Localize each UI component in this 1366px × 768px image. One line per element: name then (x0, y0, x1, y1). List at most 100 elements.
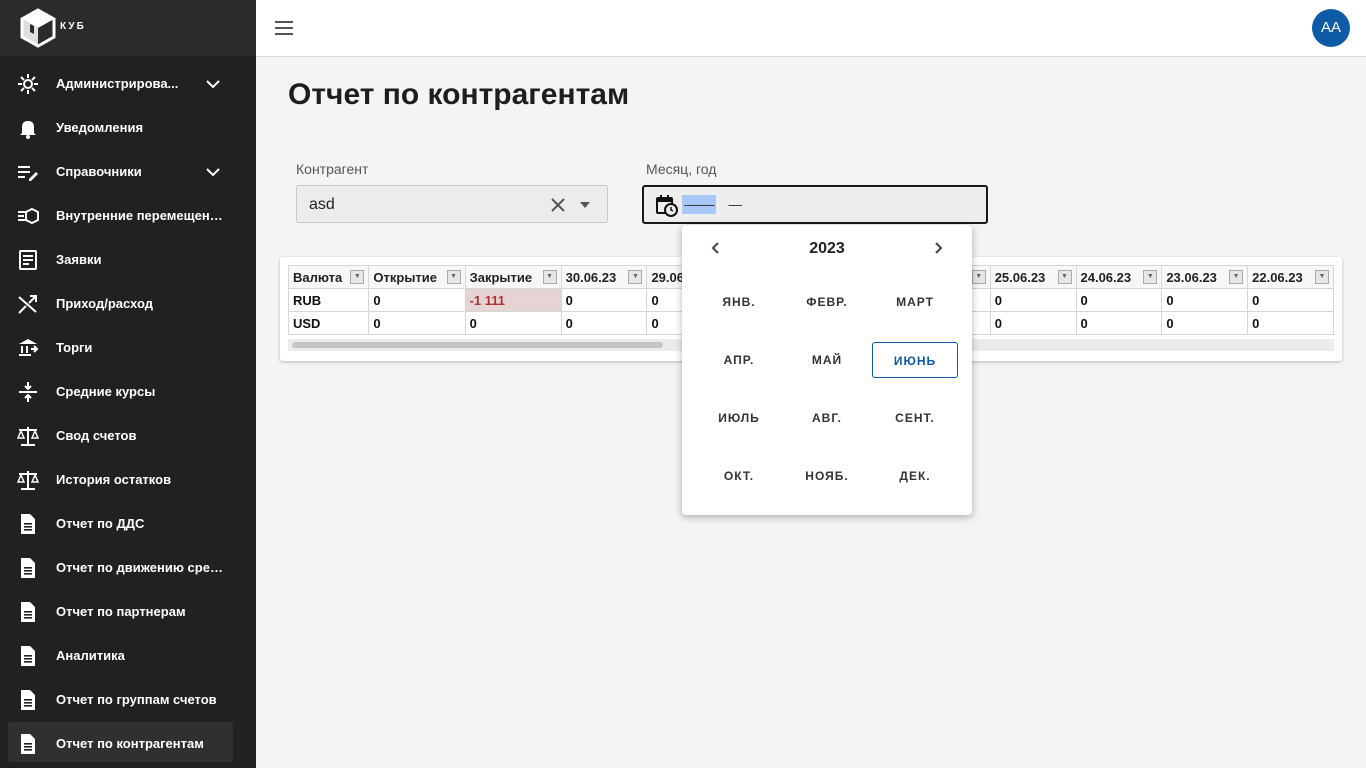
month-option[interactable]: ЯНВ. (696, 284, 782, 320)
sidebar-item-10[interactable]: Отчет по ДДС (0, 502, 256, 546)
sidebar-item-7[interactable]: Средние курсы (0, 370, 256, 414)
table-cell[interactable]: 0 (1161, 288, 1249, 312)
month-option[interactable]: АПР. (696, 342, 782, 378)
table-cell[interactable]: 0 (1247, 288, 1334, 312)
table-cell[interactable]: 0 (989, 311, 1077, 335)
month-option[interactable]: МАРТ (872, 284, 958, 320)
next-year-icon[interactable] (931, 241, 945, 255)
column-header[interactable]: 24.06.23 ▼ (1075, 265, 1163, 289)
sidebar-item-0[interactable]: Администрирова... (0, 62, 256, 106)
counterparty-value: asd (309, 196, 335, 213)
sidebar-item-5[interactable]: Приход/расход (0, 282, 256, 326)
hamburger-menu-icon[interactable] (274, 18, 294, 38)
sidebar-item-1[interactable]: Уведомления (0, 106, 256, 150)
sidebar-item-label: Свод счетов (56, 428, 137, 443)
sidebar-item-13[interactable]: Аналитика (0, 634, 256, 678)
table-cell[interactable]: 0 (1075, 288, 1163, 312)
month-option[interactable]: МАЙ (784, 342, 870, 378)
sidebar-item-11[interactable]: Отчет по движению сред... (0, 546, 256, 590)
column-header[interactable]: 30.06.23 ▼ (560, 265, 648, 289)
page-title: Отчет по контрагентам (288, 78, 630, 111)
sidebar-item-15[interactable]: Отчет по контрагентам (0, 722, 256, 766)
column-filter-icon[interactable]: ▼ (350, 270, 365, 284)
sidebar-item-label: Приход/расход (56, 296, 153, 311)
sidebar-item-label: Внутренние перемещения (56, 208, 224, 223)
sidebar-item-14[interactable]: Отчет по группам счетов (0, 678, 256, 722)
column-filter-icon[interactable]: ▼ (446, 270, 461, 284)
column-header-label: 23.06.23 (1166, 269, 1217, 285)
period-label: Месяц, год (646, 161, 717, 177)
chevron-down-icon[interactable] (204, 75, 222, 93)
column-header[interactable]: 23.06.23 ▼ (1161, 265, 1249, 289)
logo-bar: КУБ (0, 0, 256, 56)
sidebar-item-label: Средние курсы (56, 384, 156, 399)
sidebar-item-label: Администрирова... (56, 76, 179, 91)
sidebar-item-8[interactable]: Свод счетов (0, 414, 256, 458)
table-cell[interactable]: 0 (989, 288, 1077, 312)
table-cell[interactable]: 0 (368, 311, 466, 335)
month-segment[interactable]: --------- (682, 195, 716, 214)
file-icon (17, 689, 39, 711)
column-header[interactable]: Закрытие ▼ (464, 265, 562, 289)
month-year-input[interactable]: --------- ---- (642, 185, 988, 224)
table-cell[interactable]: 0 (464, 311, 562, 335)
sidebar-item-6[interactable]: Торги (0, 326, 256, 370)
year-segment[interactable]: ---- (728, 195, 742, 214)
column-header-label: 24.06.23 (1080, 269, 1132, 285)
month-option[interactable]: ИЮНЬ (872, 342, 958, 378)
file-icon (17, 645, 39, 667)
calendar-clock-icon[interactable] (656, 195, 678, 217)
picker-year[interactable]: 2023 (682, 240, 972, 258)
sidebar-item-label: Отчет по контрагентам (56, 736, 204, 751)
sidebar-item-label: Отчет по партнерам (56, 604, 186, 619)
column-filter-icon[interactable]: ▼ (971, 270, 986, 284)
table-cell[interactable]: USD (288, 311, 370, 335)
clear-icon[interactable] (549, 196, 567, 214)
user-avatar[interactable]: AA (1312, 9, 1350, 47)
table-cell[interactable]: 0 (560, 311, 648, 335)
table-cell[interactable]: -1 111 (464, 288, 562, 312)
month-option[interactable]: АВГ. (784, 400, 870, 436)
table-cell[interactable]: 0 (368, 288, 466, 312)
column-header[interactable]: 22.06.23 ▼ (1247, 265, 1334, 289)
bell-icon (17, 117, 39, 139)
month-option[interactable]: НОЯБ. (784, 458, 870, 494)
column-filter-icon[interactable]: ▼ (542, 270, 557, 284)
counterparty-label: Контрагент (296, 161, 369, 177)
counterparty-select[interactable]: asd (296, 185, 608, 223)
month-option[interactable]: ИЮЛЬ (696, 400, 782, 436)
column-filter-icon[interactable]: ▼ (1315, 270, 1329, 284)
month-option[interactable]: ОКТ. (696, 458, 782, 494)
table-cell[interactable]: 0 (1161, 311, 1249, 335)
top-bar: AA (256, 0, 1366, 57)
chevron-down-icon[interactable] (204, 163, 222, 181)
table-cell[interactable]: 0 (1247, 311, 1334, 335)
transfer-icon (17, 205, 39, 227)
column-filter-icon[interactable]: ▼ (1229, 270, 1244, 284)
month-option[interactable]: ДЕК. (872, 458, 958, 494)
dropdown-arrow-icon[interactable] (579, 200, 591, 210)
file-icon (17, 557, 39, 579)
column-header[interactable]: Открытие ▼ (368, 265, 466, 289)
sidebar-item-4[interactable]: Заявки (0, 238, 256, 282)
settings-icon (17, 73, 39, 95)
column-filter-icon[interactable]: ▼ (1057, 270, 1072, 284)
logo-cube-icon[interactable] (20, 8, 56, 48)
sidebar-item-2[interactable]: Справочники (0, 150, 256, 194)
column-header[interactable]: Валюта ▼ (288, 265, 370, 289)
scrollbar-thumb[interactable] (292, 342, 663, 348)
sidebar-item-12[interactable]: Отчет по партнерам (0, 590, 256, 634)
table-cell[interactable]: 0 (1075, 311, 1163, 335)
sidebar-item-label: Уведомления (56, 120, 144, 135)
sidebar-item-label: Аналитика (56, 648, 125, 663)
sidebar-item-9[interactable]: История остатков (0, 458, 256, 502)
month-option[interactable]: ФЕВР. (784, 284, 870, 320)
sidebar-item-3[interactable]: Внутренние перемещения (0, 194, 256, 238)
file-icon (17, 513, 39, 535)
table-cell[interactable]: RUB (288, 288, 370, 312)
table-cell[interactable]: 0 (560, 288, 648, 312)
column-filter-icon[interactable]: ▼ (628, 270, 643, 284)
column-filter-icon[interactable]: ▼ (1143, 270, 1158, 284)
month-option[interactable]: СЕНТ. (872, 400, 958, 436)
column-header[interactable]: 25.06.23 ▼ (989, 265, 1077, 289)
